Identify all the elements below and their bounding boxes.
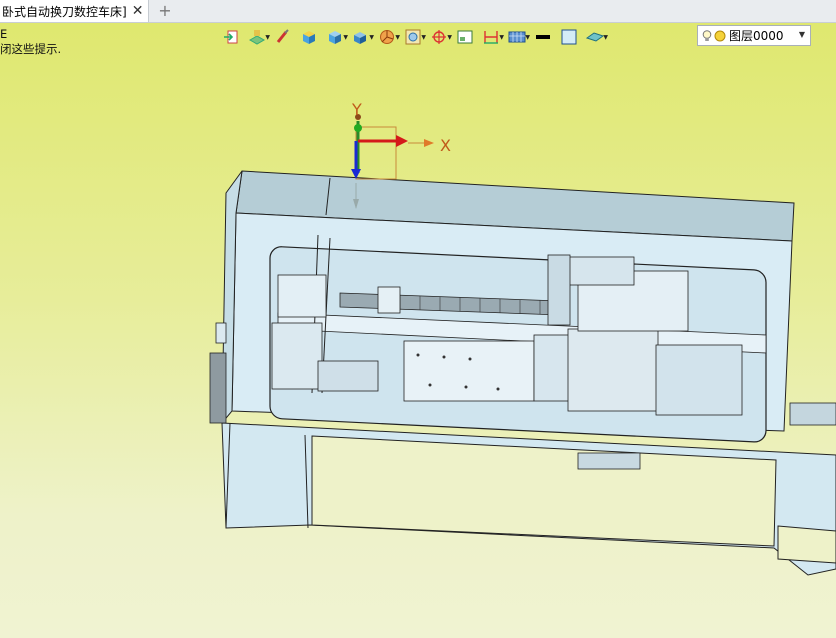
box-color-button[interactable] [296, 27, 322, 47]
brush-button[interactable] [270, 27, 296, 47]
import-button[interactable] [218, 27, 244, 47]
hint-line-2: 闭这些提示. [0, 42, 62, 56]
pie-style-icon [380, 30, 394, 44]
brush-icon [276, 29, 289, 43]
motor-left [271, 322, 323, 390]
y-axis-label: Y [351, 100, 362, 119]
single-view-button[interactable] [452, 27, 478, 47]
document-tab[interactable]: 卧式自动换刀数控车床] ✕ [0, 0, 149, 22]
target-button[interactable]: ▼ [426, 27, 452, 47]
layer-visible-icon [714, 30, 726, 41]
document-tab-label: 卧式自动换刀数控车床] [2, 4, 127, 19]
plane-button[interactable]: ▼ [582, 27, 608, 47]
import-icon [224, 30, 238, 44]
layer-value: 图层0000 [729, 29, 784, 43]
3d-viewport[interactable]: Y X E 闭这些提示. ▼ ▼ ▼ ▼ ▼ ▼ ▼ ▼ ▼ 图层0000 ▼ [0, 23, 836, 638]
hint-line-1: E [0, 27, 8, 41]
fill-color-button[interactable] [556, 27, 582, 47]
render-button[interactable]: ▼ [348, 27, 374, 47]
bearing-block [277, 274, 327, 318]
layer-tools-button[interactable]: ▼ [244, 27, 270, 47]
solid-box-button[interactable]: ▼ [322, 27, 348, 47]
close-tab-icon[interactable]: ✕ [132, 3, 144, 19]
line-color-button[interactable] [530, 27, 556, 47]
cad-model-scene[interactable]: Y X [0, 23, 836, 638]
dimension-button[interactable]: ▼ [478, 27, 504, 47]
single-view-icon [457, 30, 473, 44]
fill-color-icon [561, 29, 577, 45]
dimension-icon [484, 31, 498, 44]
render-icon [354, 32, 366, 44]
display-mode-icon [508, 31, 526, 43]
new-tab-button[interactable]: + [156, 0, 174, 22]
box-color-icon [303, 31, 315, 44]
x-axis-label: X [440, 136, 451, 155]
view-frame-icon [405, 29, 421, 45]
display-mode-button[interactable]: ▼ [504, 27, 530, 47]
layer-tools-icon [248, 30, 266, 45]
pie-style-button[interactable]: ▼ [374, 27, 400, 47]
layer-dropdown[interactable]: 图层0000 ▼ [697, 25, 811, 46]
right-shaft [789, 402, 836, 426]
tab-bar: 卧式自动换刀数控车床] ✕ + [0, 0, 836, 23]
view-frame-button[interactable]: ▼ [400, 27, 426, 47]
carriage-block [403, 340, 535, 402]
hint-text: E 闭这些提示. [0, 27, 61, 57]
base-right-opening [777, 525, 836, 564]
target-icon [432, 30, 446, 44]
solid-box-icon [329, 31, 341, 44]
lightbulb-icon [702, 29, 712, 41]
plane-icon [586, 32, 604, 42]
handwheel [209, 352, 227, 424]
line-color-icon [536, 35, 550, 39]
chevron-down-icon: ▼ [798, 30, 805, 39]
view-toolbar: ▼ ▼ ▼ ▼ ▼ ▼ ▼ ▼ ▼ [218, 26, 608, 48]
